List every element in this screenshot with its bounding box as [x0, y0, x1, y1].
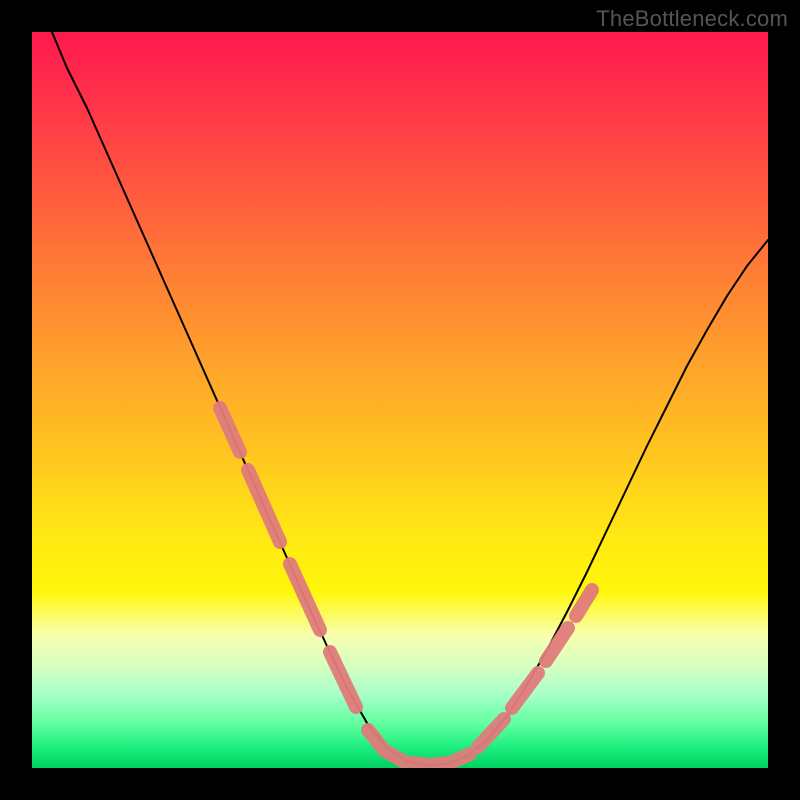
- bottleneck-curve: [52, 32, 768, 765]
- highlight-left-2: [248, 470, 280, 542]
- highlight-right-2: [512, 673, 538, 708]
- curve-svg: [32, 32, 768, 768]
- highlight-left-3: [290, 564, 320, 630]
- chart-frame: TheBottleneck.com: [0, 0, 800, 800]
- highlight-right-4: [576, 590, 592, 616]
- highlight-valley: [368, 730, 470, 765]
- highlight-left-1: [220, 408, 240, 452]
- plot-area: [32, 32, 768, 768]
- watermark-text: TheBottleneck.com: [596, 6, 788, 32]
- highlight-right-3: [546, 628, 568, 661]
- highlight-left-4: [330, 652, 356, 707]
- highlight-right-1: [478, 719, 504, 747]
